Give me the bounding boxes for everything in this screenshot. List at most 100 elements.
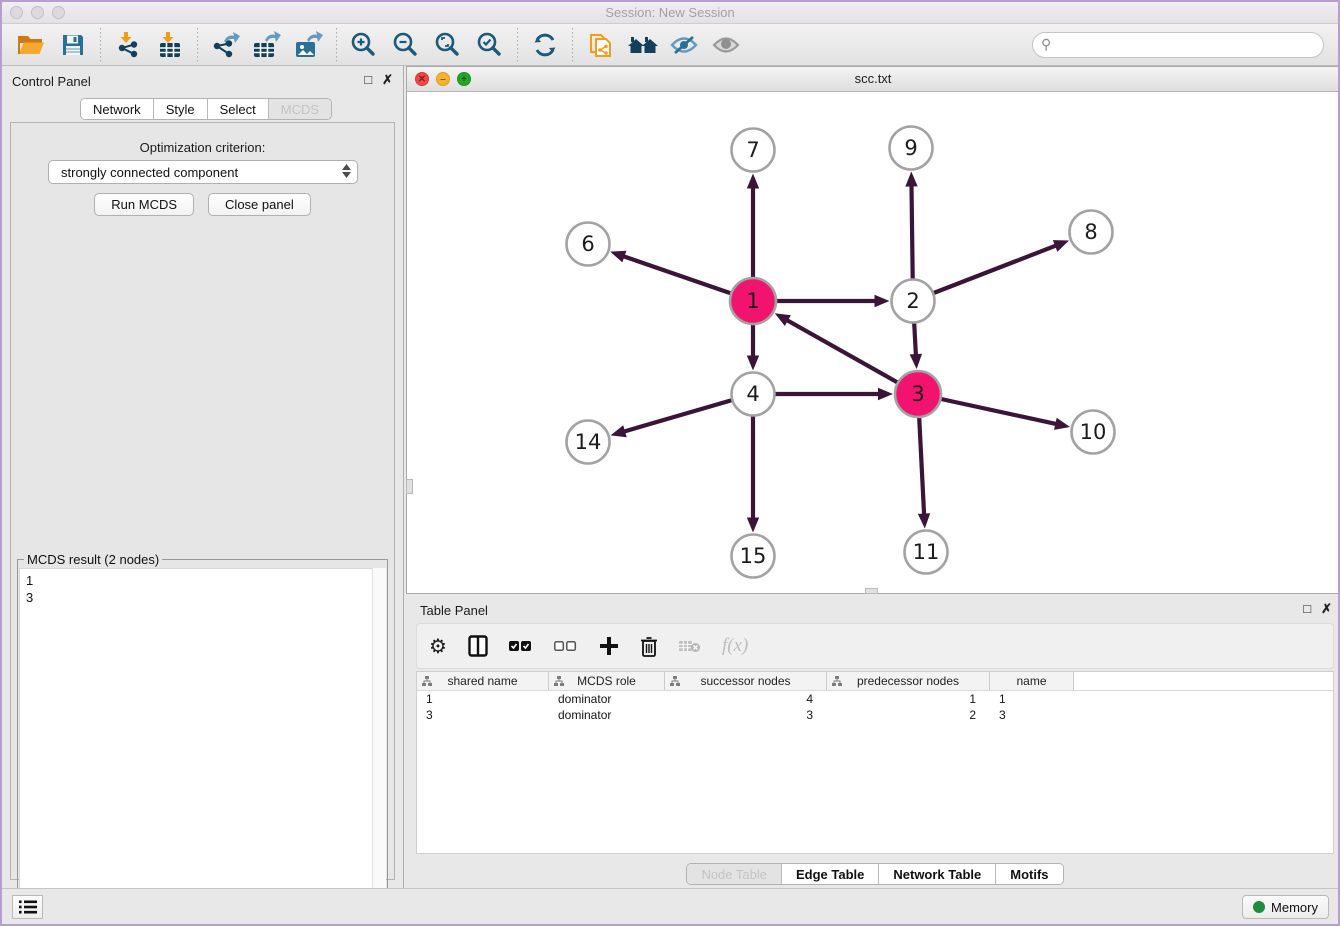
zoom-selected-icon[interactable] xyxy=(469,27,511,63)
column-header-label: shared name xyxy=(447,674,517,688)
tab-motifs[interactable]: Motifs xyxy=(996,864,1062,884)
graph-node-label: 2 xyxy=(906,289,919,313)
split-view-icon[interactable] xyxy=(468,631,488,661)
search-input[interactable] xyxy=(1032,32,1324,58)
graph-node-label: 15 xyxy=(740,544,767,568)
float-panel-icon[interactable]: □ xyxy=(364,73,372,87)
import-network-icon[interactable] xyxy=(107,27,149,63)
node-table[interactable]: shared name MCDS role successor nodes prede… xyxy=(416,671,1334,854)
select-all-icon[interactable] xyxy=(509,631,533,661)
zoom-in-icon[interactable] xyxy=(343,27,385,63)
table-cell: 3 xyxy=(417,707,549,723)
tab-node-table[interactable]: Node Table xyxy=(687,864,782,884)
delete-column-icon[interactable] xyxy=(640,631,658,661)
column-header[interactable]: successor nodes xyxy=(665,672,827,690)
column-header-label: predecessor nodes xyxy=(857,674,959,688)
network-canvas[interactable]: 7968124314101511 xyxy=(407,92,1339,593)
list-icon xyxy=(19,900,37,914)
graph-edge-arrowhead xyxy=(747,356,759,371)
splitter-handle-bottom[interactable] xyxy=(865,588,878,594)
graph-edge-arrowhead xyxy=(918,513,930,528)
network-graph[interactable]: 7968124314101511 xyxy=(407,92,1339,593)
float-table-panel-icon[interactable]: □ xyxy=(1303,602,1311,616)
graph-node-label: 6 xyxy=(581,232,594,256)
graph-node-label: 10 xyxy=(1080,420,1107,444)
table-cell: dominator xyxy=(549,707,665,723)
table-cell: 3 xyxy=(990,707,1074,723)
table-tabs: Node Table Edge Table Network Table Moti… xyxy=(686,863,1063,885)
graph-edge-arrowhead xyxy=(905,171,917,186)
mcds-result-values[interactable]: 1 3 xyxy=(19,568,386,926)
function-builder-icon[interactable]: f(x) xyxy=(722,635,748,657)
graph-node-label: 8 xyxy=(1084,220,1097,244)
first-neighbors-icon[interactable] xyxy=(621,27,663,63)
optimization-criterion-select[interactable]: strongly connected component xyxy=(48,160,358,184)
graph-node-label: 11 xyxy=(913,540,940,564)
tab-style[interactable]: Style xyxy=(154,99,208,119)
column-header-label: name xyxy=(1016,674,1046,688)
close-panel-icon[interactable]: ✗ xyxy=(382,73,393,87)
table-toolbar: ⚙ xyxy=(416,623,1334,669)
result-scrollbar[interactable] xyxy=(372,568,386,926)
tab-edge-table[interactable]: Edge Table xyxy=(782,864,879,884)
application-window: Session: New Session xyxy=(0,0,1340,926)
table-cell: 1 xyxy=(417,691,549,707)
control-panel-title: Control Panel xyxy=(12,74,91,89)
status-menu-button[interactable] xyxy=(12,895,43,919)
delete-table-icon[interactable] xyxy=(679,631,701,661)
graph-edge-arrowhead xyxy=(1053,240,1069,252)
table-row[interactable]: 3dominator323 xyxy=(417,707,1333,723)
graph-edge-arrowhead xyxy=(747,518,759,533)
graph-edge-2-8[interactable] xyxy=(913,245,1058,301)
table-row[interactable]: 1dominator411 xyxy=(417,691,1333,707)
memory-label: Memory xyxy=(1271,900,1318,915)
tab-network[interactable]: Network xyxy=(81,99,154,119)
column-header[interactable]: MCDS role xyxy=(549,672,665,690)
graph-edge-arrowhead xyxy=(875,295,890,307)
graph-node-label: 4 xyxy=(746,382,759,406)
optimization-criterion-label: Optimization criterion: xyxy=(11,140,394,155)
column-header[interactable]: predecessor nodes xyxy=(827,672,990,690)
hide-selected-icon[interactable] xyxy=(663,27,705,63)
tab-mcds[interactable]: MCDS xyxy=(269,99,331,119)
table-cell: 4 xyxy=(665,691,827,707)
close-table-panel-icon[interactable]: ✗ xyxy=(1321,602,1332,616)
close-panel-button[interactable]: Close panel xyxy=(208,193,311,216)
network-view-titlebar[interactable]: ✕ – + scc.txt xyxy=(407,67,1339,92)
control-panel-tabs: Network Style Select MCDS xyxy=(80,98,332,120)
refresh-icon[interactable] xyxy=(524,27,566,63)
tab-network-table[interactable]: Network Table xyxy=(879,864,996,884)
memory-button[interactable]: Memory xyxy=(1242,895,1329,919)
network-view-title: scc.txt xyxy=(407,71,1339,86)
export-table-icon[interactable] xyxy=(246,27,288,63)
gear-icon[interactable]: ⚙ xyxy=(429,631,447,661)
column-header-label: successor nodes xyxy=(700,674,790,688)
run-mcds-button[interactable]: Run MCDS xyxy=(94,193,194,216)
column-header-label: MCDS role xyxy=(577,674,636,688)
memory-status-icon xyxy=(1253,901,1265,913)
main-toolbar: ⚲ xyxy=(2,24,1338,66)
tab-select[interactable]: Select xyxy=(208,99,269,119)
graph-edge-arrowhead xyxy=(910,354,922,369)
mcds-result-legend: MCDS result (2 nodes) xyxy=(24,552,162,567)
add-column-icon[interactable] xyxy=(599,631,619,661)
save-session-icon[interactable] xyxy=(52,27,94,63)
network-view-window: ✕ – + scc.txt 7968124314101511 xyxy=(406,66,1340,594)
import-table-icon[interactable] xyxy=(149,27,191,63)
graph-node-label: 9 xyxy=(904,136,917,160)
graph-edge-arrowhead xyxy=(611,425,627,437)
column-header[interactable]: name xyxy=(990,672,1074,690)
toolbar-separator xyxy=(197,28,198,62)
show-all-icon[interactable] xyxy=(705,27,747,63)
graph-node-label: 7 xyxy=(746,138,759,162)
deselect-all-icon[interactable] xyxy=(554,631,578,661)
open-file-icon[interactable] xyxy=(10,27,52,63)
zoom-fit-icon[interactable] xyxy=(427,27,469,63)
zoom-out-icon[interactable] xyxy=(385,27,427,63)
mcds-panel: Optimization criterion: strongly connect… xyxy=(10,122,395,880)
splitter-handle-left[interactable] xyxy=(406,479,413,494)
clone-network-icon[interactable] xyxy=(579,27,621,63)
export-image-icon[interactable] xyxy=(288,27,330,63)
export-network-icon[interactable] xyxy=(204,27,246,63)
column-header[interactable]: shared name xyxy=(417,672,549,690)
